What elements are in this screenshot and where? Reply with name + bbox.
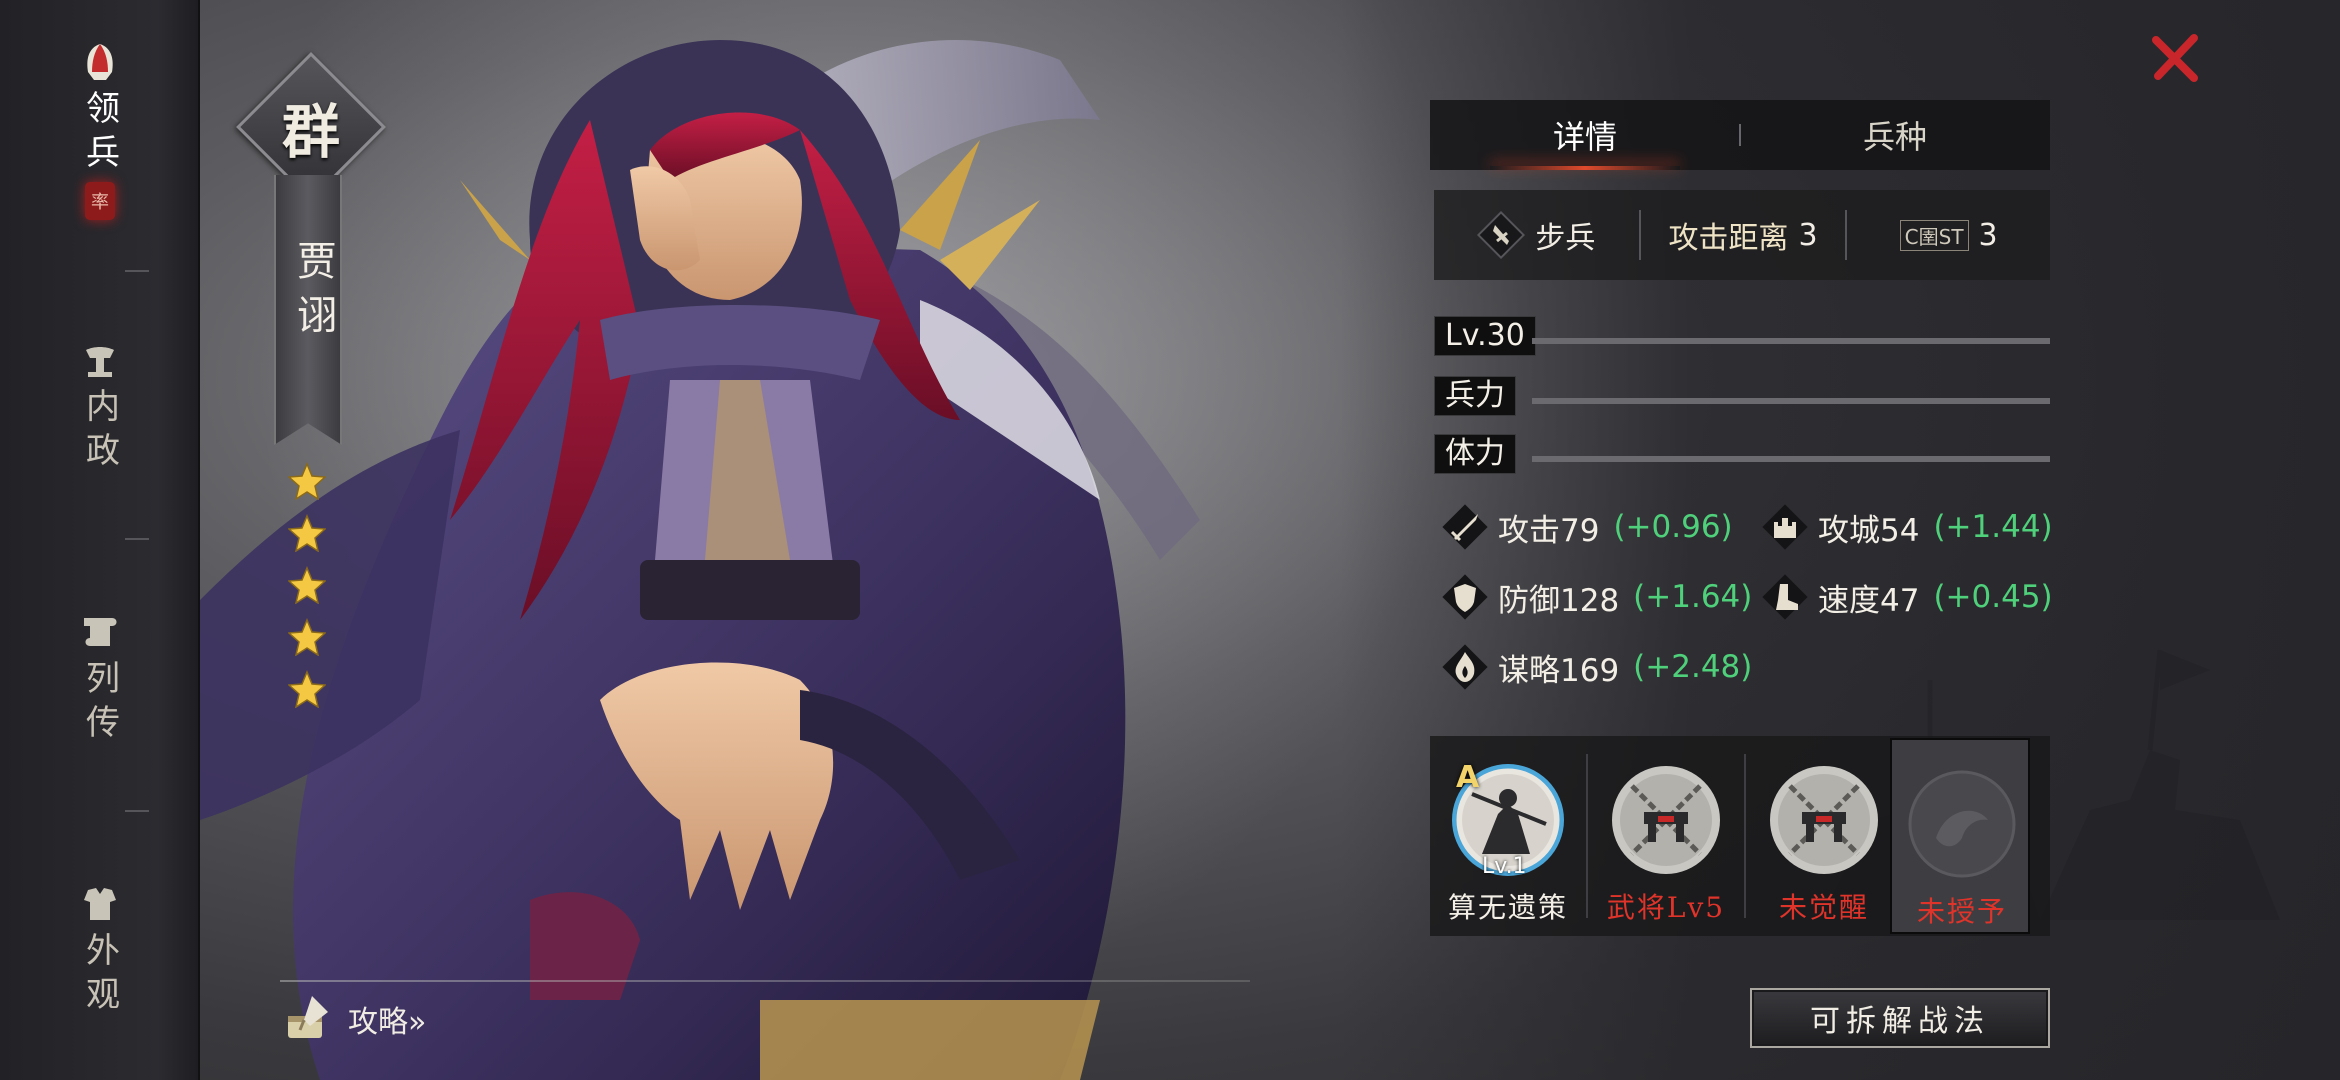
cost-icon: C圉ST (1899, 219, 1969, 251)
skill-name: 算无遗策 (1447, 891, 1568, 924)
sidebar-item-label: 内政 (79, 388, 120, 476)
tab-details[interactable]: 详情 (1430, 100, 1740, 170)
level-bar: Lv.30 (1434, 316, 2050, 356)
hero-portrait (200, 40, 1200, 1080)
book-quill-icon (288, 996, 328, 1038)
attribute-gain: (+1.64) (1633, 579, 1753, 615)
unit-type: 步兵 (1434, 190, 1639, 280)
skill-slot-innate[interactable]: A Lv.1 算无遗策 (1430, 736, 1586, 936)
star-icon (288, 514, 326, 552)
attribute-attack: 攻击79 (+0.96) (1440, 502, 1733, 552)
attribute-strategy: 谋略169 (+2.48) (1440, 642, 1752, 692)
sidebar-divider (125, 810, 149, 812)
guide-label: 攻略» (348, 1005, 427, 1040)
sidebar-item-appearance[interactable]: 外观 (0, 882, 200, 1080)
shield-icon (1442, 574, 1488, 620)
sidebar-item-label: 外观 (79, 932, 120, 1020)
tab-divider (1739, 124, 1741, 146)
troops-bar: 兵力 (1434, 376, 2050, 416)
tab-troop-type[interactable]: 兵种 (1740, 100, 2050, 170)
sidebar-item-label: 列传 (79, 660, 120, 748)
dragon-emblem-icon (1908, 770, 2016, 878)
attack-range: 攻击距离 3 (1641, 190, 1846, 280)
close-icon[interactable] (2148, 30, 2204, 86)
star-icon (288, 618, 326, 656)
attribute-label: 防御128 (1498, 582, 1620, 619)
sidebar-divider (125, 270, 149, 272)
skill-slots: A Lv.1 算无遗策 武将Lv5 未觉醒 未授予 (1430, 736, 2050, 936)
skill-level: Lv.1 (1482, 854, 1527, 879)
attribute-gain: (+0.96) (1613, 509, 1733, 545)
guide-divider (280, 980, 1250, 982)
lamp-icon (78, 338, 122, 382)
attribute-gain: (+1.44) (1933, 509, 2053, 545)
skill-lock-label: 未觉醒 (1778, 891, 1869, 924)
stamina-track (1532, 456, 2050, 462)
attack-range-label: 攻击距离 (1668, 221, 1789, 256)
hero-name: 贾诩 (290, 240, 336, 348)
seal-badge: 率 (85, 182, 115, 220)
scroll-icon (78, 610, 122, 654)
attribute-gain: (+2.48) (1633, 649, 1753, 685)
troops-label: 兵力 (1434, 376, 1516, 416)
skill-slot-level5[interactable]: 武将Lv5 (1588, 736, 1744, 936)
stamina-bar: 体力 (1434, 434, 2050, 474)
locked-chain-icon (1612, 766, 1720, 874)
attribute-label: 攻击79 (1498, 512, 1600, 549)
flame-icon (1442, 644, 1488, 690)
cost-value: 3 (1978, 217, 1998, 253)
skill-lock-label: 武将Lv5 (1606, 891, 1726, 924)
troop-cost: C圉ST 3 (1847, 190, 2050, 280)
armor-icon (78, 882, 122, 926)
sidebar-item-label: 领兵 (79, 90, 120, 178)
attribute-gain: (+0.45) (1933, 579, 2053, 615)
sword-icon (1442, 504, 1488, 550)
attribute-speed: 速度47 (+0.45) (1760, 572, 2053, 622)
attack-range-value: 3 (1798, 217, 1818, 253)
star-icon (288, 566, 326, 604)
helmet-icon (78, 40, 122, 84)
faction-label: 群 (281, 98, 340, 166)
attribute-defense: 防御128 (+1.64) (1440, 572, 1752, 622)
star-icon (288, 670, 326, 708)
level-track (1532, 338, 2050, 344)
guide-link[interactable]: 攻略» (282, 992, 426, 1046)
attribute-label: 攻城54 (1818, 512, 1920, 549)
sidebar-divider (125, 538, 149, 540)
disassemble-tactics-button[interactable]: 可拆解战法 (1750, 988, 2050, 1048)
star-icon (288, 462, 326, 500)
castle-icon (1762, 504, 1808, 550)
sidebar-item-biography[interactable]: 列传 (0, 610, 200, 810)
boot-icon (1762, 574, 1808, 620)
skill-slot-granted[interactable]: 未授予 (1890, 738, 2030, 934)
unit-type-label: 步兵 (1535, 221, 1596, 256)
infantry-icon (1477, 211, 1526, 259)
star-rating (288, 462, 328, 708)
stamina-label: 体力 (1434, 434, 1516, 474)
sidebar-item-command[interactable]: 领兵 率 (0, 40, 200, 240)
sidebar-nav: 领兵 率 内政 列传 外观 (0, 0, 200, 1080)
troops-track (1532, 398, 2050, 404)
sidebar-item-domestic[interactable]: 内政 (0, 338, 200, 538)
attribute-siege: 攻城54 (+1.44) (1760, 502, 2053, 552)
skill-grade: A (1456, 760, 1480, 795)
level-label: Lv.30 (1434, 316, 1536, 356)
skill-slot-awaken[interactable]: 未觉醒 (1746, 736, 1902, 936)
unit-info-row: 步兵 攻击距离 3 C圉ST 3 (1434, 190, 2050, 280)
skill-lock-label: 未授予 (1916, 895, 2007, 928)
locked-chain-icon (1770, 766, 1878, 874)
attribute-label: 谋略169 (1498, 652, 1620, 689)
attribute-label: 速度47 (1818, 582, 1920, 619)
